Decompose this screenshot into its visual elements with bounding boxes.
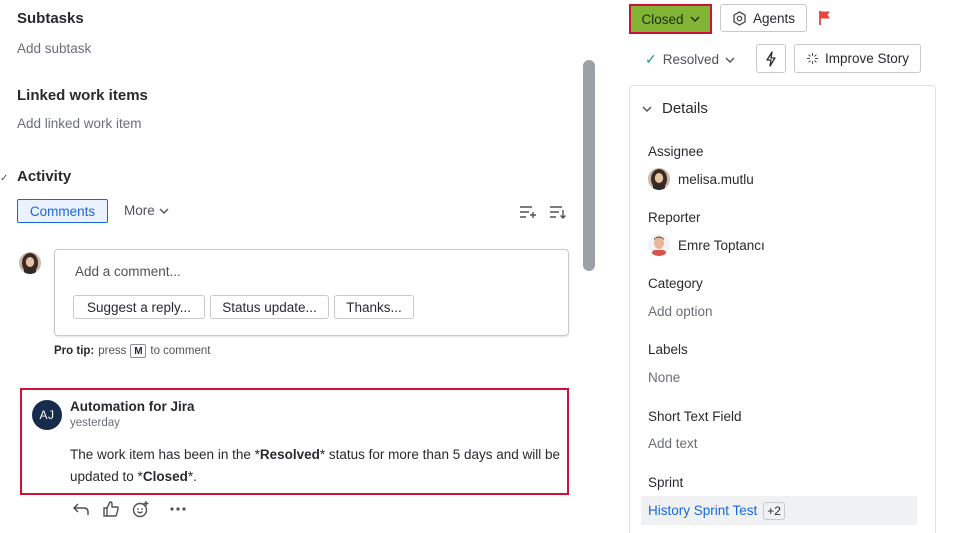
pro-tip-suffix: to comment [150, 345, 211, 357]
tab-comments[interactable]: Comments [17, 199, 108, 223]
comment-body-resolved: Resolved [259, 447, 320, 462]
suggest-reply-chip[interactable]: Suggest a reply... [73, 295, 205, 319]
comment-editor[interactable]: Add a comment... Suggest a reply... Stat… [54, 249, 569, 336]
comment-body-closed: Closed [142, 469, 188, 484]
labels-value[interactable]: None [648, 370, 680, 385]
reporter-field[interactable]: Emre Toptancı [648, 234, 765, 256]
automation-comment: AJ Automation for Jira yesterday The wor… [20, 388, 569, 495]
chevron-down-icon [642, 106, 652, 112]
agents-button[interactable]: Agents [720, 4, 807, 32]
comment-body-post: *. [187, 469, 197, 484]
thumbs-up-icon[interactable] [101, 500, 121, 518]
category-label: Category [648, 276, 703, 291]
sprint-extra-count[interactable]: +2 [763, 501, 785, 520]
thanks-chip[interactable]: Thanks... [334, 295, 414, 319]
comment-body-pre: The work item has been in the * [70, 447, 260, 462]
category-value[interactable]: Add option [648, 304, 713, 319]
improve-story-label: Improve Story [824, 51, 910, 66]
bolt-icon [766, 50, 776, 67]
tab-more-label: More [124, 203, 155, 218]
sprint-field[interactable]: History Sprint Test +2 [641, 496, 917, 525]
details-panel: Details Assignee melisa.mutlu Reporter E… [629, 85, 936, 533]
agents-icon [733, 10, 746, 26]
status-button-label: Closed [641, 11, 684, 27]
automation-avatar: AJ [32, 400, 62, 430]
current-user-avatar [19, 252, 41, 274]
pro-tip-press: press [98, 345, 127, 357]
keyboard-shortcut-key: M [130, 344, 147, 358]
sprint-link[interactable]: History Sprint Test [648, 503, 757, 518]
check-icon: ✓ [645, 51, 657, 67]
pro-tip-label: Pro tip: [54, 345, 95, 357]
pro-tip: Pro tip: press M to comment [54, 344, 210, 358]
automation-button[interactable] [756, 44, 786, 73]
status-update-chip[interactable]: Status update... [210, 295, 329, 319]
comment-body: The work item has been in the *Resolved *… [70, 444, 565, 488]
add-linked-work-item-link[interactable]: Add linked work item [17, 116, 142, 131]
resolution-label: Resolved [662, 52, 720, 67]
sort-icon[interactable] [519, 204, 537, 220]
assignee-field[interactable]: melisa.mutlu [648, 168, 754, 190]
status-button[interactable]: Closed [629, 4, 712, 34]
sparkle-icon [806, 53, 818, 64]
labels-label: Labels [648, 342, 688, 357]
chevron-down-icon [690, 16, 700, 22]
emoji-add-icon[interactable] [131, 500, 151, 518]
reporter-name: Emre Toptancı [678, 237, 765, 253]
assignee-name: melisa.mutlu [678, 171, 754, 187]
comment-timestamp: yesterday [70, 417, 120, 429]
activity-collapse-icon[interactable]: ✓ [0, 173, 8, 184]
avatar [648, 168, 670, 190]
details-toggle[interactable]: Details [642, 100, 708, 117]
agents-button-label: Agents [752, 10, 796, 26]
resolution-dropdown[interactable]: ✓ Resolved [645, 51, 735, 68]
issue-main-column: Subtasks Add subtask Linked work items A… [0, 0, 600, 533]
chevron-down-icon [725, 57, 735, 63]
chevron-down-icon [159, 208, 169, 214]
activity-title: Activity [17, 168, 72, 185]
comment-author[interactable]: Automation for Jira [70, 399, 195, 414]
assignee-label: Assignee [648, 144, 704, 159]
comment-input[interactable]: Add a comment... [75, 264, 181, 279]
scrollbar-thumb[interactable] [583, 60, 595, 271]
reporter-label: Reporter [648, 210, 701, 225]
flag-icon[interactable] [818, 10, 832, 26]
sort-order-icon[interactable] [549, 204, 567, 220]
add-subtask-link[interactable]: Add subtask [17, 41, 91, 56]
details-title: Details [662, 100, 708, 117]
tab-more[interactable]: More [124, 203, 169, 218]
short-text-field-label: Short Text Field [648, 409, 742, 424]
avatar [648, 234, 670, 256]
more-icon[interactable] [168, 500, 188, 518]
sprint-label: Sprint [648, 475, 684, 490]
short-text-field-value[interactable]: Add text [648, 436, 698, 451]
reply-icon[interactable] [71, 500, 91, 518]
improve-story-button[interactable]: Improve Story [794, 44, 921, 73]
subtasks-title: Subtasks [17, 10, 84, 27]
linked-work-items-title: Linked work items [17, 87, 148, 104]
